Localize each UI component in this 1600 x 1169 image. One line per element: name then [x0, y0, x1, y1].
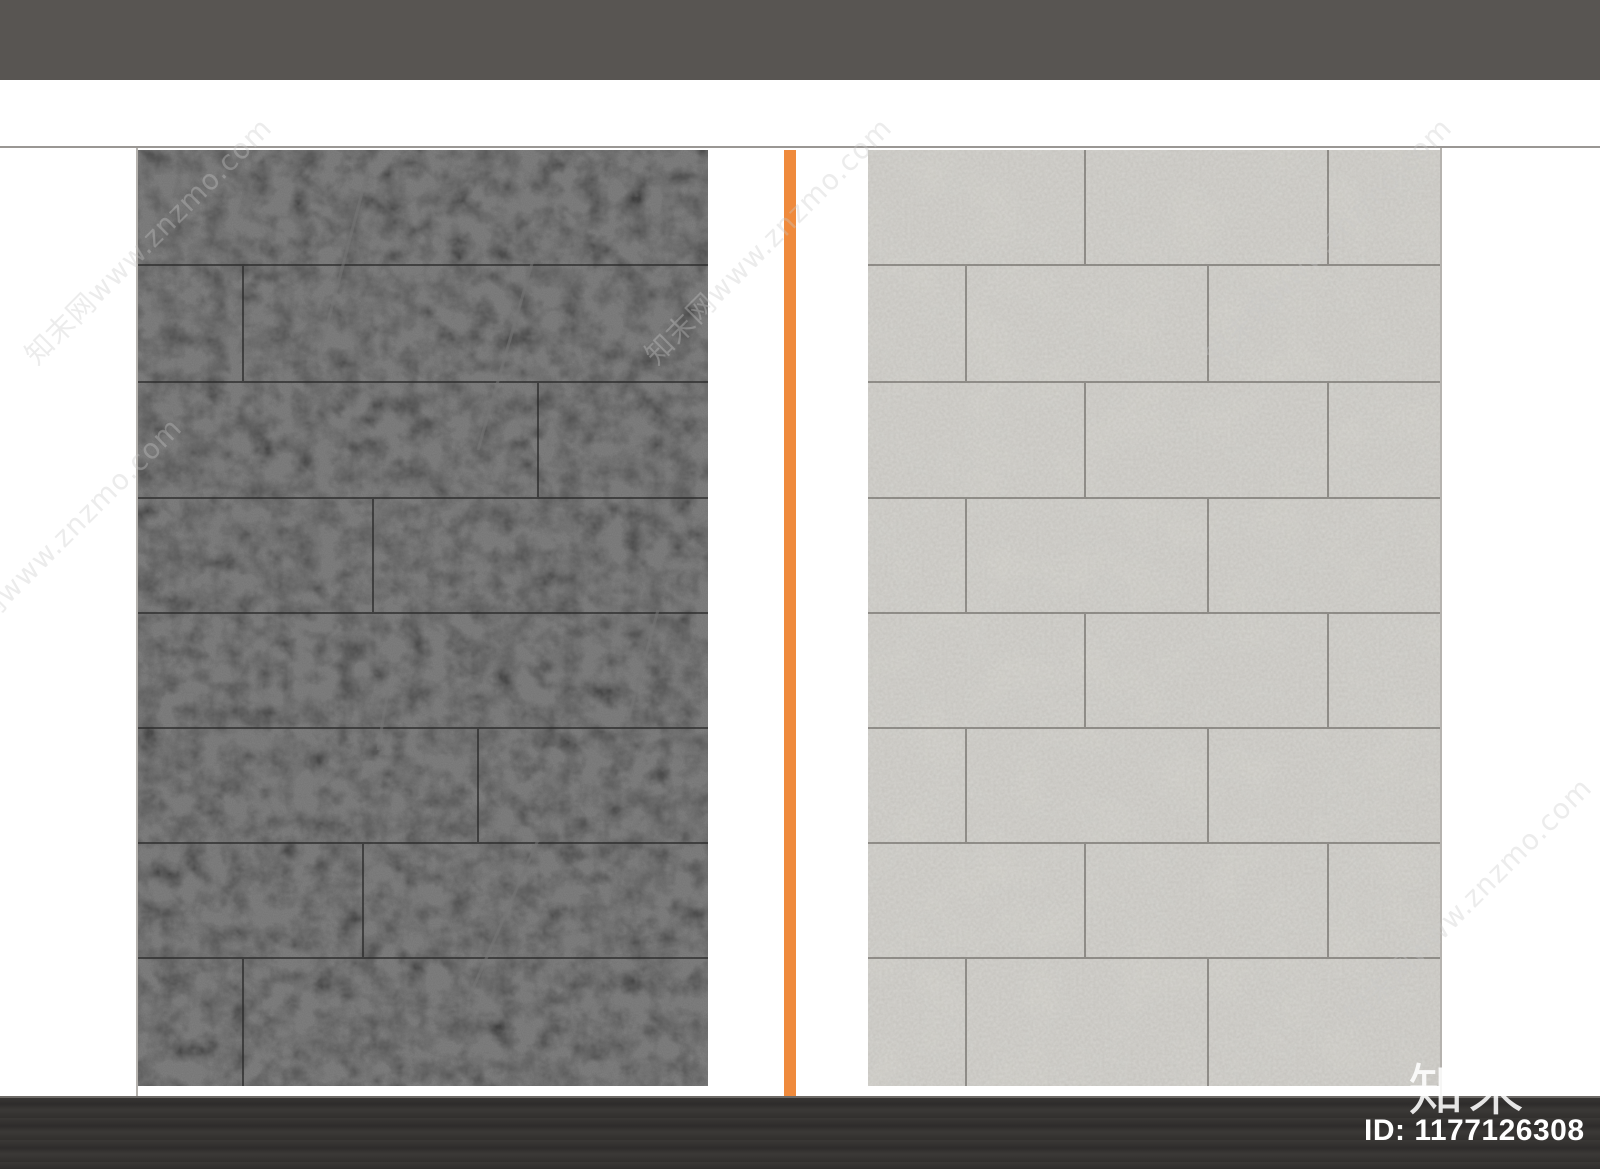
top-ceiling-band — [0, 0, 1600, 80]
dark-stone-wall-panel — [138, 150, 708, 1086]
ceiling-line — [0, 146, 1600, 148]
light-stone-texture — [868, 150, 1440, 1086]
light-stone-wall-panel — [868, 150, 1440, 1086]
dark-wood-floor — [0, 1096, 1600, 1169]
orange-divider-strip — [784, 150, 796, 1096]
dark-stone-texture — [138, 150, 708, 1086]
id-label: ID: 1177126308 — [1364, 1114, 1585, 1147]
floor-edge-line — [0, 1096, 1600, 1098]
wall-edge-right — [1440, 148, 1442, 1096]
